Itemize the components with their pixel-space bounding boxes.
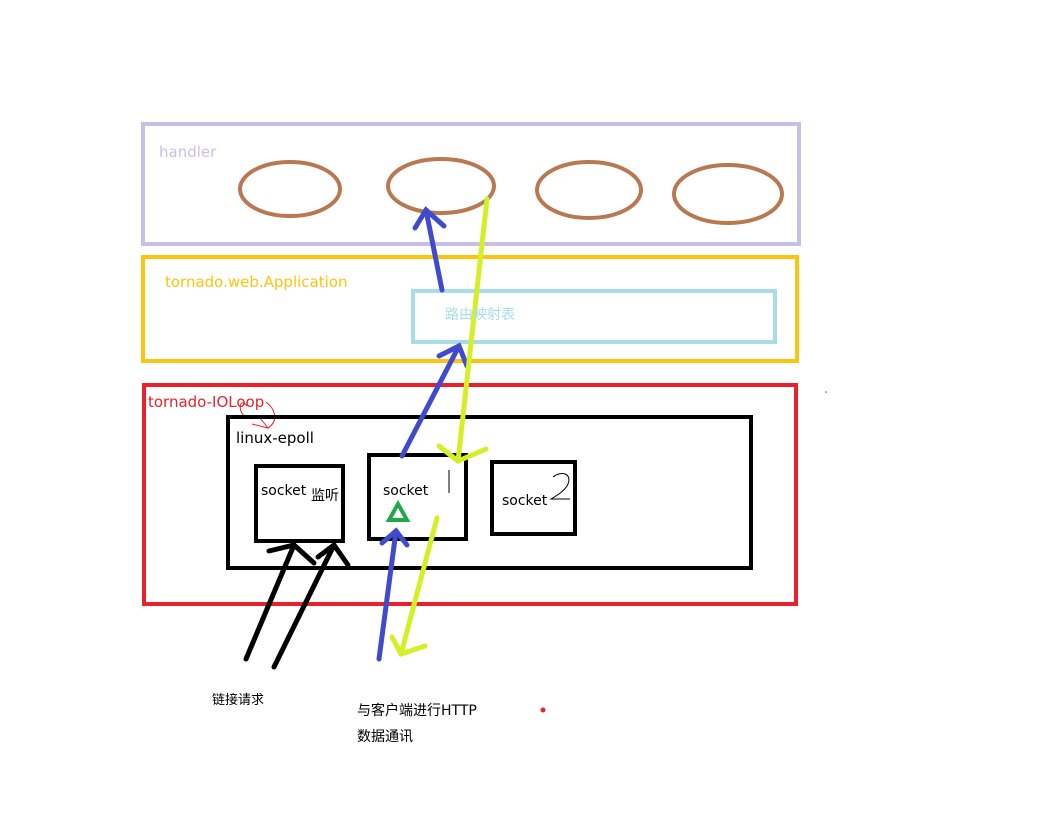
handler-ellipse <box>386 157 496 215</box>
socket-1-note: 1 <box>446 470 455 484</box>
handler-layer-label: handler <box>159 143 217 161</box>
red-dot-icon <box>540 707 546 713</box>
socket-2-label: socket <box>502 493 548 509</box>
blue-arrows <box>376 206 470 662</box>
handler-ellipses <box>238 157 784 225</box>
stray-dot <box>825 391 827 393</box>
socket-2-note: 2 <box>556 478 565 492</box>
epoll-label: linux-epoll <box>236 429 314 447</box>
arrow-up-icon <box>315 541 351 568</box>
arrow-down-icon <box>389 634 428 658</box>
socket-1-label: socket <box>383 483 429 499</box>
client-http-label-line2: 数据通讯 <box>357 729 413 745</box>
application-layer-label: tornado.web.Application <box>165 273 348 291</box>
client-http-label-line1: 与客户端进行HTTP <box>357 703 477 719</box>
arrow-down-icon <box>455 196 490 464</box>
connection-requests-label: 链接请求 <box>212 693 265 708</box>
route-table-label: 路由映射表 <box>445 307 515 323</box>
socket-listen-label: socket <box>261 483 307 499</box>
handler-ellipse <box>535 160 643 220</box>
handler-ellipse <box>238 160 342 218</box>
green-triangle-icon <box>385 499 411 522</box>
socket-listen-note: 监听 <box>311 488 339 504</box>
handler-ellipse <box>672 163 784 225</box>
ioloop-layer-label: tornado-IOLoop <box>148 393 265 411</box>
